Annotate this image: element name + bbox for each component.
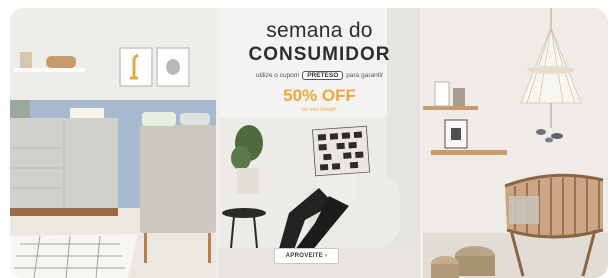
coupon-suffix: para garantir <box>346 72 384 79</box>
promo-carousel: semana do CONSUMIDOR utilize o cupom PRET… <box>10 8 608 278</box>
newspaper-icon <box>312 125 370 177</box>
right-nursery-panel[interactable] <box>423 8 608 278</box>
coupon-line: utilize o cupom PRETESO para garantir <box>219 71 420 80</box>
center-campaign-panel[interactable]: semana do CONSUMIDOR utilize o cupom PRET… <box>219 8 420 278</box>
bear-frame-icon <box>156 47 190 87</box>
discount-label: 50% OFF <box>283 86 356 105</box>
coupon-code-badge: PRETESO <box>302 71 344 80</box>
headline-line1: semana do <box>266 19 373 42</box>
discount-note: no seu Uniqb* <box>302 107 337 113</box>
coupon-prefix: utilize o cupom <box>255 72 300 79</box>
cradle-room-illustration <box>423 8 608 278</box>
headline-line2: CONSUMIDOR <box>248 44 391 65</box>
left-nursery-panel[interactable] <box>10 8 216 278</box>
nursery-illustration <box>10 8 216 278</box>
aproveite-button[interactable]: APROVEITE › <box>274 248 339 264</box>
giraffe-frame-icon <box>119 47 153 87</box>
